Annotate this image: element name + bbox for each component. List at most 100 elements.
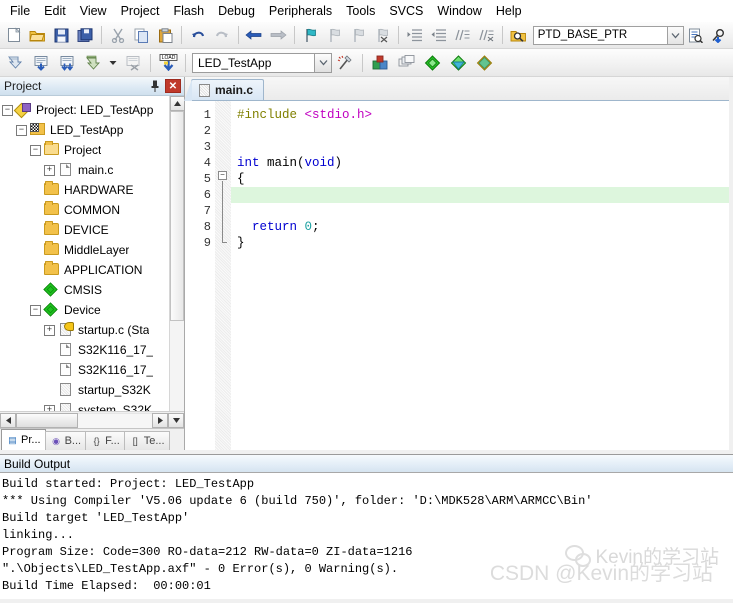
pack-installer-icon[interactable]	[446, 51, 470, 74]
code-line[interactable]: {	[231, 171, 729, 187]
menu-item-view[interactable]: View	[73, 1, 114, 21]
menu-item-help[interactable]: Help	[489, 1, 529, 21]
open-file-icon[interactable]	[27, 24, 49, 47]
menu-item-edit[interactable]: Edit	[37, 1, 73, 21]
toggle-bookmark-icon[interactable]	[300, 24, 322, 47]
manage-run-time-environment-icon[interactable]	[420, 51, 444, 74]
cut-icon[interactable]	[107, 24, 129, 47]
tree-expander[interactable]: −	[30, 304, 41, 316]
panel-tab-0[interactable]: ▤ Pr...	[1, 429, 46, 450]
target-options-icon[interactable]	[368, 51, 392, 74]
comment-icon[interactable]	[452, 24, 474, 47]
pin-icon[interactable]	[147, 79, 162, 94]
code-line[interactable]	[231, 139, 729, 155]
tree-item[interactable]: CMSIS	[2, 280, 184, 300]
project-target-select[interactable]: LED_TestApp	[192, 52, 314, 73]
code-line[interactable]: return 0;	[231, 219, 729, 235]
tree-item[interactable]: COMMON	[2, 200, 184, 220]
tree-expander[interactable]: −	[16, 124, 27, 136]
rebuild-icon[interactable]	[55, 51, 79, 74]
stop-build-icon[interactable]	[121, 51, 145, 74]
tree-item[interactable]: + main.c	[2, 160, 184, 180]
tree-item[interactable]: DEVICE	[2, 220, 184, 240]
new-file-icon[interactable]	[3, 24, 25, 47]
build-output-text[interactable]: Kevin的学习站 CSDN @Kevin的学习站 Build started:…	[0, 473, 733, 599]
tree-item[interactable]: S32K116_17_	[2, 340, 184, 360]
menu-item-svcs[interactable]: SVCS	[382, 1, 430, 21]
editor-tab-main-c[interactable]: main.c	[183, 79, 265, 101]
menu-item-debug[interactable]: Debug	[211, 1, 262, 21]
code-line[interactable]	[231, 187, 729, 203]
paste-icon[interactable]	[155, 24, 177, 47]
batch-build-icon[interactable]	[81, 51, 105, 74]
browse-symbol-icon[interactable]	[685, 24, 707, 47]
menu-item-flash[interactable]: Flash	[166, 1, 211, 21]
tree-item[interactable]: MiddleLayer	[2, 240, 184, 260]
scroll-thumb[interactable]	[170, 111, 184, 321]
clear-bookmarks-icon[interactable]	[371, 24, 393, 47]
project-target-dropdown-button[interactable]	[314, 52, 332, 73]
scroll-right-arrow[interactable]	[152, 412, 168, 428]
search-input[interactable]: PTD_BASE_PTR	[532, 25, 669, 45]
project-tree-hscrollbar[interactable]	[0, 411, 184, 428]
code-text[interactable]: #include <stdio.h> int main(void){ retur…	[231, 101, 729, 450]
tree-item[interactable]: − Project	[2, 140, 184, 160]
code-line[interactable]	[231, 123, 729, 139]
code-line[interactable]: }	[231, 235, 729, 251]
project-tree-vscrollbar[interactable]	[169, 96, 184, 411]
translate-icon[interactable]	[3, 51, 27, 74]
uncomment-icon[interactable]	[475, 24, 497, 47]
tree-expander[interactable]: −	[2, 104, 13, 116]
hscroll-thumb[interactable]	[16, 412, 78, 428]
menu-item-file[interactable]: File	[3, 1, 37, 21]
menu-item-tools[interactable]: Tools	[339, 1, 382, 21]
scroll-left-arrow[interactable]	[0, 412, 16, 428]
tree-item[interactable]: HARDWARE	[2, 180, 184, 200]
close-icon[interactable]: ✕	[165, 79, 181, 93]
redo-icon[interactable]	[211, 24, 233, 47]
menu-item-peripherals[interactable]: Peripherals	[262, 1, 339, 21]
code-editor[interactable]: 1 2 3 4 5 6 7 8 9 − #include <stdio.h> int main(…	[185, 101, 729, 450]
tree-expander[interactable]: +	[44, 164, 55, 176]
find-icon[interactable]	[708, 24, 730, 47]
tree-expander[interactable]: −	[30, 144, 41, 156]
previous-bookmark-icon[interactable]	[324, 24, 346, 47]
hscroll-track[interactable]	[78, 412, 152, 428]
save-all-icon[interactable]	[74, 24, 96, 47]
download-icon[interactable]: LOAD	[156, 51, 180, 74]
menu-item-window[interactable]: Window	[430, 1, 488, 21]
undo-icon[interactable]	[187, 24, 209, 47]
tree-item[interactable]: − Project: LED_TestApp	[2, 100, 184, 120]
project-tree[interactable]: − Project: LED_TestApp − LED_TestApp − Projec…	[0, 96, 184, 411]
code-line[interactable]: #include <stdio.h>	[231, 107, 729, 123]
outdent-icon[interactable]	[428, 24, 450, 47]
tree-item[interactable]: − LED_TestApp	[2, 120, 184, 140]
navigate-forward-icon[interactable]	[267, 24, 289, 47]
panel-tab-1[interactable]: ◉ B...	[44, 431, 87, 450]
find-in-files-icon[interactable]	[508, 24, 530, 47]
select-software-packs-icon[interactable]	[472, 51, 496, 74]
next-bookmark-icon[interactable]	[348, 24, 370, 47]
tree-item[interactable]: S32K116_17_	[2, 360, 184, 380]
indent-icon[interactable]	[404, 24, 426, 47]
tree-item[interactable]: − Device	[2, 300, 184, 320]
tree-item[interactable]: + system_S32K	[2, 400, 184, 411]
code-line[interactable]	[231, 203, 729, 219]
save-icon[interactable]	[51, 24, 73, 47]
navigate-back-icon[interactable]	[244, 24, 266, 47]
search-dropdown-button[interactable]	[668, 25, 684, 45]
tree-item[interactable]: + startup.c (Sta	[2, 320, 184, 340]
code-folding-bar[interactable]: −	[215, 101, 231, 450]
tree-expander[interactable]: +	[44, 404, 55, 411]
tree-item[interactable]: APPLICATION	[2, 260, 184, 280]
panel-tab-2[interactable]: {} F...	[85, 431, 125, 450]
scroll-up-arrow[interactable]	[170, 96, 184, 111]
build-icon[interactable]	[29, 51, 53, 74]
tree-item[interactable]: startup_S32K	[2, 380, 184, 400]
copy-icon[interactable]	[131, 24, 153, 47]
tree-expander[interactable]: +	[44, 324, 55, 336]
code-line[interactable]: int main(void)	[231, 155, 729, 171]
batch-build-dropdown-icon[interactable]	[107, 51, 119, 74]
manage-project-items-icon[interactable]	[394, 51, 418, 74]
configure-target-icon[interactable]	[333, 51, 357, 74]
